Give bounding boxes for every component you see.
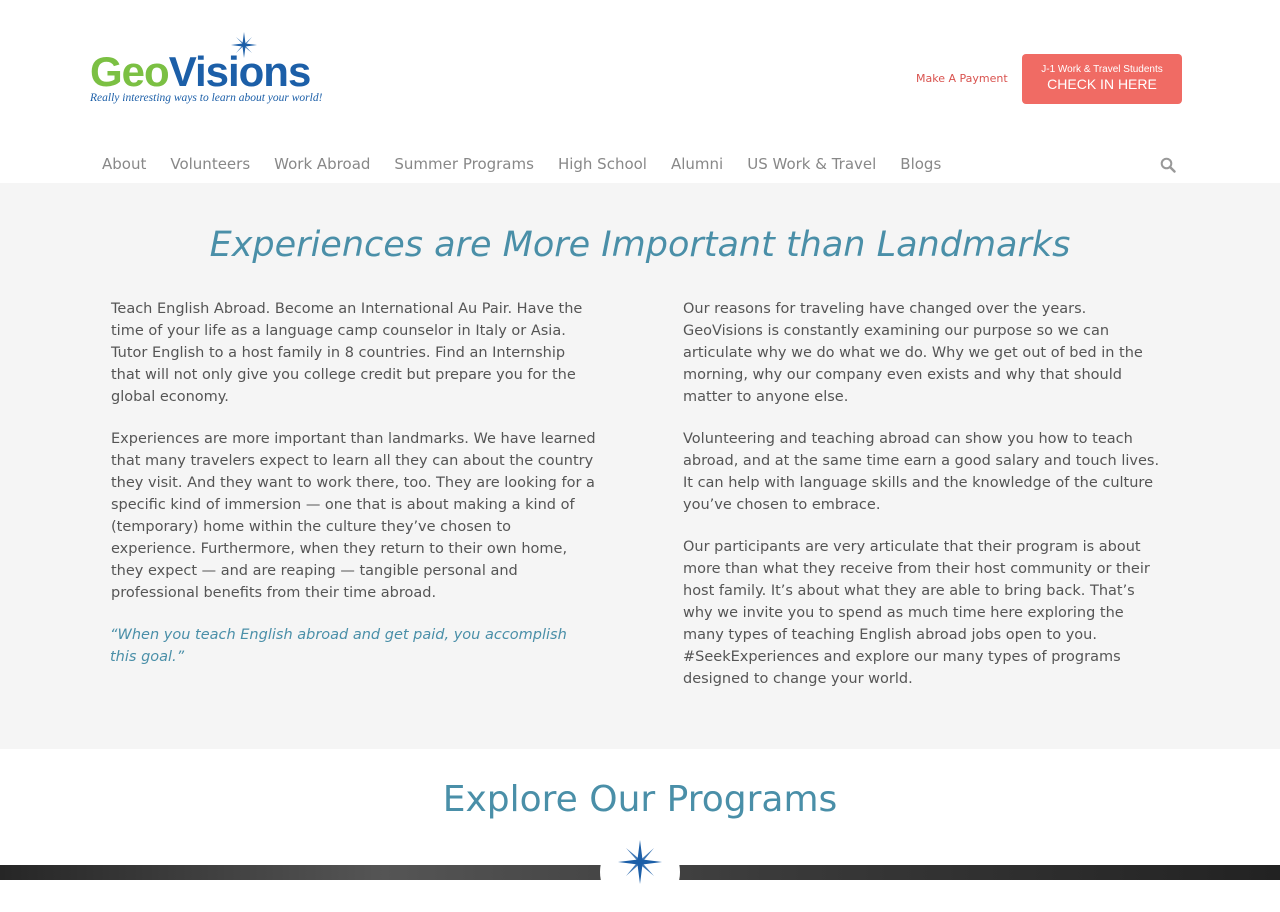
- right-paragraph-1: Our reasons for traveling have changed o…: [683, 301, 1143, 405]
- page-headline: Experiences are More Important than Land…: [209, 225, 1071, 265]
- nav-item-us-work-travel[interactable]: US Work & Travel: [747, 154, 876, 176]
- right-paragraph-2: Volunteering and teaching abroad can sho…: [683, 431, 1160, 513]
- nav-item-work-abroad[interactable]: Work Abroad: [274, 154, 370, 176]
- checkin-label: CHECK IN HERE: [1047, 76, 1157, 92]
- logo-tagline: Really interesting ways to learn about y…: [90, 92, 323, 104]
- right-column: Our reasons for traveling have changed o…: [683, 298, 1168, 710]
- right-paragraph-3: Our participants are very articulate tha…: [683, 539, 1150, 687]
- nav-item-high-school[interactable]: High School: [558, 154, 647, 176]
- checkin-button[interactable]: J-1 Work & Travel Students CHECK IN HERE: [1022, 54, 1182, 104]
- compass-star-icon: [618, 840, 662, 884]
- checkin-subtitle: J-1 Work & Travel Students: [1041, 64, 1163, 75]
- search-icon[interactable]: [1160, 157, 1176, 173]
- site-header: GeoVisions Really interesting ways to le…: [0, 0, 1280, 183]
- left-paragraph-2: Experiences are more important than land…: [111, 431, 596, 601]
- compass-badge: [600, 832, 680, 912]
- nav-item-about[interactable]: About: [102, 154, 146, 176]
- make-payment-link[interactable]: Make A Payment: [916, 72, 1008, 85]
- intro-section: Experiences are More Important than Land…: [0, 183, 1280, 749]
- pull-quote: “When you teach English abroad and get p…: [110, 627, 567, 665]
- left-paragraph-1: Teach English Abroad. Become an Internat…: [111, 301, 583, 405]
- main-nav: About Volunteers Work Abroad Summer Prog…: [102, 154, 965, 176]
- nav-item-blogs[interactable]: Blogs: [900, 154, 941, 176]
- nav-item-summer-programs[interactable]: Summer Programs: [394, 154, 534, 176]
- geovisions-logo[interactable]: GeoVisions Really interesting ways to le…: [88, 32, 333, 114]
- left-column: Teach English Abroad. Become an Internat…: [110, 298, 596, 688]
- nav-item-alumni[interactable]: Alumni: [671, 154, 723, 176]
- nav-item-volunteers[interactable]: Volunteers: [170, 154, 250, 176]
- explore-title: Explore Our Programs: [442, 779, 838, 820]
- logo-wordmark: GeoVisions: [90, 48, 311, 95]
